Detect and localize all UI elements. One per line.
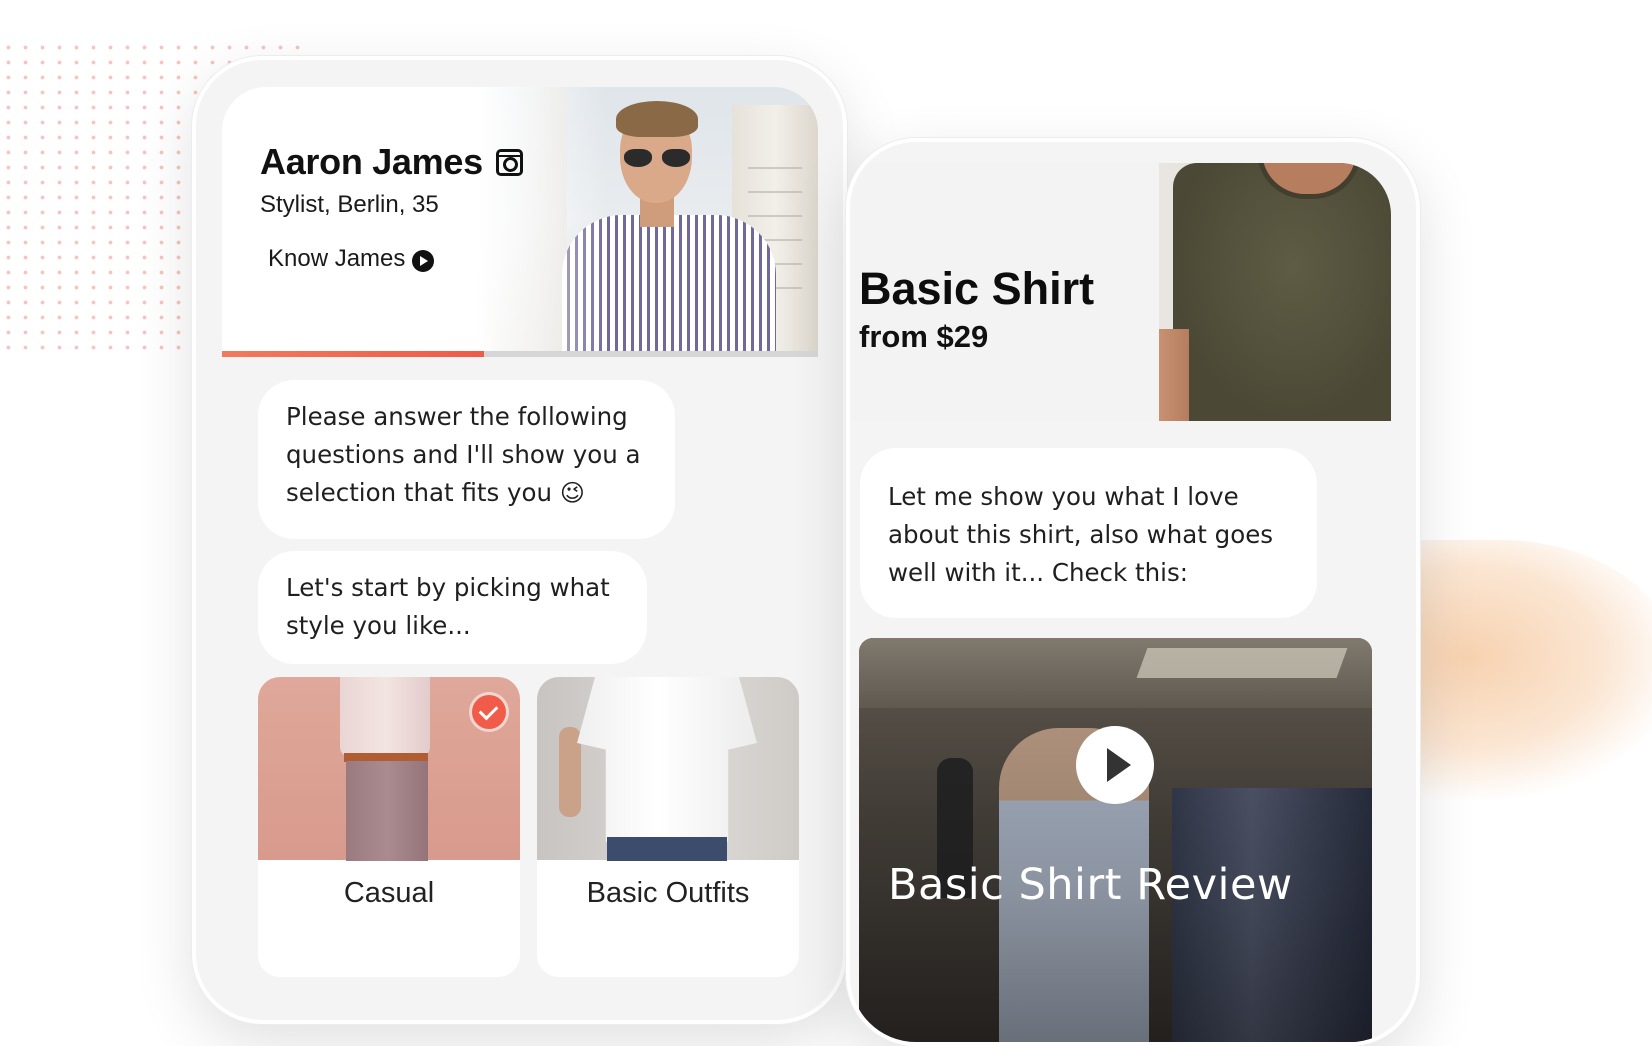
- decorative-peach-shape: [1380, 540, 1652, 800]
- video-title: Basic Shirt Review: [888, 860, 1293, 910]
- phone-right: Basic Shirt from $29 Let me show you wha…: [846, 138, 1420, 1046]
- progress-bar: [222, 351, 818, 357]
- product-photo: [1159, 163, 1391, 421]
- know-stylist-label: Know James: [268, 245, 406, 272]
- play-circle-icon: [412, 250, 435, 272]
- profile-name-row: Aaron James: [260, 141, 523, 183]
- chat-message-intro: Please answer the following questions an…: [286, 402, 641, 507]
- style-option-casual[interactable]: Casual: [258, 677, 520, 977]
- check-icon: [472, 695, 506, 729]
- casual-outfit-image: [258, 677, 520, 861]
- profile-name: Aaron James: [260, 141, 483, 182]
- profile-header: Aaron James Stylist, Berlin, 35 Know Jam…: [222, 87, 818, 351]
- phone-left: Aaron James Stylist, Berlin, 35 Know Jam…: [192, 56, 847, 1024]
- chat-message-style: Let's start by picking what style you li…: [286, 573, 610, 640]
- know-stylist-link[interactable]: Know James: [268, 245, 435, 273]
- profile-subtitle: Stylist, Berlin, 35: [260, 191, 439, 218]
- product-price: from $29: [859, 319, 989, 354]
- play-button-icon[interactable]: [1076, 726, 1154, 804]
- progress-bar-fill: [222, 351, 485, 357]
- basic-outfit-image: [537, 677, 799, 861]
- style-option-label: Basic Outfits: [586, 876, 750, 909]
- style-option-basic-outfits[interactable]: Basic Outfits: [537, 677, 799, 977]
- chat-bubble-product: Let me show you what I love about this s…: [860, 448, 1317, 618]
- product-title: Basic Shirt: [859, 263, 1095, 314]
- style-option-label: Casual: [343, 876, 435, 909]
- wink-emoji: 😉: [559, 479, 585, 507]
- chat-bubble-intro: Please answer the following questions an…: [258, 380, 675, 539]
- chat-message-product: Let me show you what I love about this s…: [888, 482, 1274, 587]
- chat-bubble-style: Let's start by picking what style you li…: [258, 551, 647, 664]
- video-card[interactable]: Basic Shirt Review: [859, 638, 1372, 1042]
- instagram-icon[interactable]: [495, 148, 523, 176]
- product-header: Basic Shirt from $29: [850, 163, 1391, 421]
